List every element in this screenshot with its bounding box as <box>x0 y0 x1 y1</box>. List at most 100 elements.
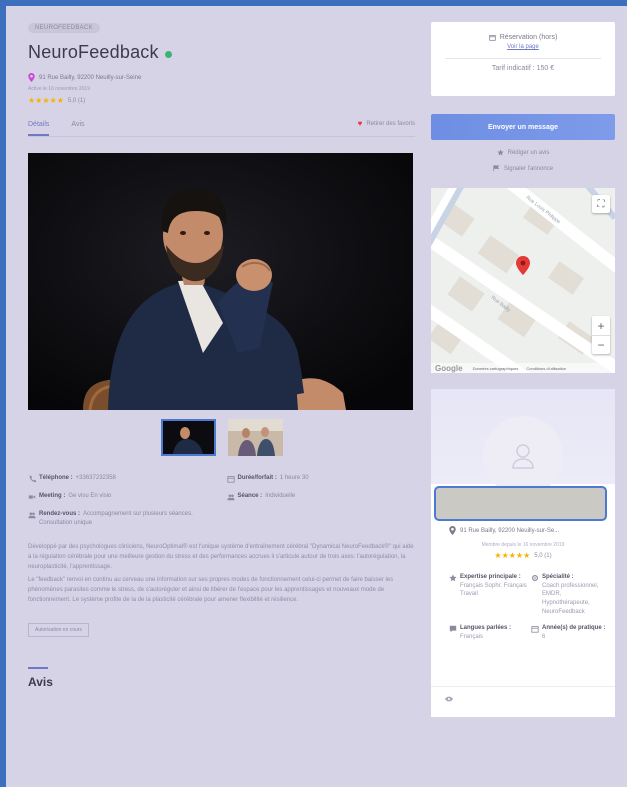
rdv-label: Rendez-vous : <box>39 511 81 517</box>
specialty-value: Coach professionnel, EMDR, Hypnothérapeu… <box>542 582 599 615</box>
thumbnail-session-icon <box>227 419 283 456</box>
rdv-info: Rendez-vous : Accompagnement sur plusieur… <box>28 510 217 528</box>
duration-info: Durée/forfait :1 heure 30 <box>226 474 416 483</box>
duration-label: Durée/forfait : <box>237 475 277 481</box>
profile-divider <box>431 686 615 687</box>
info-grid: Téléphone : +33637232358 Durée/forfait :1… <box>28 474 415 528</box>
reviews-heading: Avis <box>28 675 53 690</box>
thumbnail-2[interactable] <box>227 419 283 456</box>
description-paragraph-2: Le "feedback" renvoi en continu au cerve… <box>28 576 394 603</box>
user-placeholder-icon <box>512 444 534 469</box>
online-status-icon <box>164 51 172 58</box>
description-paragraph-1: Développé par des psychologues clinicien… <box>28 544 414 571</box>
address-row: 91 Rue Bailly, 92200 Neuilly-sur-Seine <box>28 73 415 82</box>
description: Développé par des psychologues clinicien… <box>28 542 415 605</box>
map-tiles: Rue Louis Philippe Rue Bailly <box>431 188 615 373</box>
favorite-label: Retirer des favoris <box>366 120 415 127</box>
calendar-icon <box>226 476 235 483</box>
category-badge[interactable]: NEUROFEEDBACK <box>28 23 100 33</box>
address-text: 91 Rue Bailly, 92200 Neuilly-sur-Seine <box>39 74 142 81</box>
tab-details[interactable]: Détails <box>28 121 50 136</box>
send-message-button[interactable]: Envoyer un message <box>431 114 615 140</box>
star-icon <box>449 574 457 582</box>
years-value: 6 <box>542 634 546 641</box>
users-icon <box>28 512 36 519</box>
profile-address: 91 Rue Bailly, 92200 Neuilly-sur-Se... <box>460 527 560 534</box>
expertise-cell: Expertise principale : Français Sophr. Fr… <box>449 573 531 616</box>
expertise-label: Expertise principale : <box>460 574 521 580</box>
price-text: Tarif indicatif : 150 € <box>491 65 555 72</box>
specialty-cell: Spécialité : Coach professionnel, EMDR, H… <box>531 573 609 616</box>
tab-reviews[interactable]: Avis <box>71 121 84 134</box>
calendar-icon <box>531 626 539 634</box>
status-tag[interactable]: Autorisation en cours <box>28 623 89 638</box>
report-listing-link[interactable]: Signaler l'annonce <box>431 165 615 172</box>
profile-rating-row: ★★★★★ 5,0 (1) <box>431 551 615 560</box>
reservation-divider <box>445 58 601 59</box>
phone-info: Téléphone : +33637232358 <box>28 474 217 483</box>
main-photo[interactable] <box>28 153 413 410</box>
expertise-value: Français Sophr. Français Travail <box>460 582 527 598</box>
zoom-out-button[interactable]: − <box>592 335 610 354</box>
tab-bar: Détails Avis ♥ Retirer des favoris <box>28 119 415 137</box>
zoom-in-button[interactable]: + <box>592 316 610 335</box>
report-listing-label: Signaler l'annonce <box>503 165 554 172</box>
rating-count[interactable]: 5,0 (1) <box>68 98 85 104</box>
duration-value: 1 heure 30 <box>279 475 309 481</box>
years-cell: Année(s) de pratique : 6 <box>531 624 609 641</box>
portrait-illustration <box>28 153 413 410</box>
star-rating-icon: ★★★★★ <box>494 551 531 560</box>
thumbnail-1[interactable] <box>160 419 216 456</box>
gear-icon <box>532 575 538 581</box>
profile-rating-count[interactable]: 5,0 (1) <box>534 553 551 559</box>
calendar-icon <box>489 35 496 41</box>
phone-value[interactable]: +33637232358 <box>76 475 116 481</box>
languages-cell: Langues parlées : Français <box>449 624 531 641</box>
reviews-divider <box>28 667 48 670</box>
reservation-title: Réservation (hors) <box>499 34 558 41</box>
specialty-label: Spécialité : <box>542 574 574 580</box>
location-pin-icon <box>449 526 456 535</box>
star-rating-icon: ★★★★★ <box>28 96 64 105</box>
profile-card: 91 Rue Bailly, 92200 Neuilly-sur-Se... M… <box>431 389 615 717</box>
thumbnail-portrait-icon <box>162 421 214 454</box>
reservation-title-row: Réservation (hors) <box>431 34 615 41</box>
profile-name-box[interactable] <box>434 486 607 521</box>
seance-info: Séance : Individuelle <box>226 492 416 501</box>
map-terms-link[interactable]: Conditions d'utilisation <box>526 366 566 371</box>
phone-label: Téléphone : <box>39 475 73 481</box>
heart-icon: ♥ <box>357 119 363 128</box>
location-pin-icon <box>28 73 35 82</box>
phone-icon <box>29 475 36 483</box>
seance-label: Séance : <box>237 493 263 499</box>
languages-value: Français <box>460 634 484 641</box>
fullscreen-button[interactable]: ⛶ <box>592 195 610 213</box>
location-map[interactable]: Rue Louis Philippe Rue Bailly ⛶ + − Goog… <box>431 188 615 373</box>
profile-address-row: 91 Rue Bailly, 92200 Neuilly-sur-Se... <box>449 526 559 535</box>
thumbnail-strip <box>28 419 415 456</box>
reservation-link[interactable]: Voir la page <box>431 44 615 50</box>
google-logo[interactable]: Google <box>435 364 463 373</box>
rating-row: ★★★★★ 5,0 (1) <box>28 96 415 105</box>
zoom-control: + − <box>592 316 610 354</box>
write-review-link[interactable]: Rédiger un avis <box>431 149 615 156</box>
avatar[interactable] <box>483 416 563 496</box>
title-row: NeuroFeedback <box>28 42 415 63</box>
years-label: Année(s) de pratique : <box>542 625 606 632</box>
meeting-label: Meeting : <box>39 493 66 499</box>
star-icon <box>496 149 504 156</box>
eye-icon <box>445 696 453 702</box>
seance-value: Individuelle <box>265 493 296 499</box>
write-review-label: Rédiger un avis <box>507 149 550 156</box>
video-icon <box>28 495 36 499</box>
languages-label: Langues parlées : <box>460 625 512 632</box>
member-since: Active le 16 novembre 2019 <box>28 86 90 92</box>
users-icon <box>226 494 235 501</box>
meeting-value: Ge visu En visio <box>68 493 112 499</box>
flag-icon <box>493 165 500 172</box>
map-footer: Google Données cartographiques Condition… <box>431 363 615 373</box>
listing-main: NEUROFEEDBACK NeuroFeedback 91 Rue Baill… <box>28 16 415 689</box>
profile-member-since: Membre depuis le 16 novembre 2019 <box>481 542 565 548</box>
map-data-link[interactable]: Données cartographiques <box>473 366 519 371</box>
remove-favorite-button[interactable]: ♥ Retirer des favoris <box>358 119 415 128</box>
